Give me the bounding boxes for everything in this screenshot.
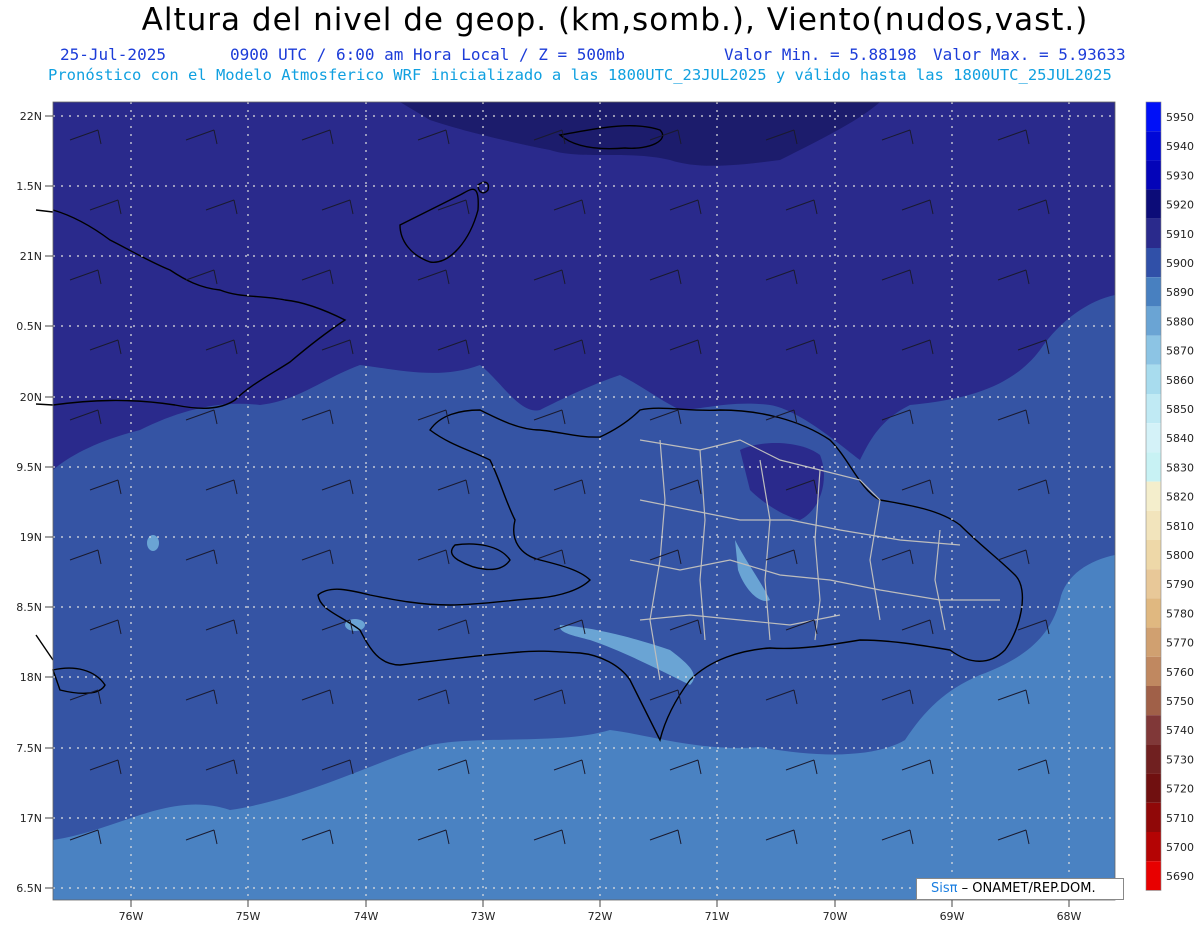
colorbar-label: 5710 — [1166, 812, 1194, 825]
colorbar-swatch — [1146, 656, 1161, 686]
lat-label: 20N — [20, 391, 42, 404]
lon-label: 68W — [1057, 910, 1082, 923]
lat-label: 21N — [20, 250, 42, 263]
colorbar-swatch — [1146, 364, 1161, 394]
lat-label: 18N — [20, 671, 42, 684]
colorbar-swatch — [1146, 832, 1161, 862]
colorbar-swatch — [1146, 802, 1161, 832]
lat-label: 1.5N — [16, 180, 42, 193]
colorbar-swatch — [1146, 569, 1161, 599]
colorbar-label: 5930 — [1166, 169, 1194, 182]
colorbar-label: 5870 — [1166, 345, 1194, 358]
colorbar-swatch — [1146, 598, 1161, 628]
lat-label: 19N — [20, 531, 42, 544]
colorbar-label: 5690 — [1166, 870, 1194, 883]
colorbar-label: 5730 — [1166, 753, 1194, 766]
colorbar-swatch — [1146, 102, 1161, 132]
colorbar-swatch — [1146, 540, 1161, 570]
colorbar-swatch — [1146, 686, 1161, 716]
colorbar-label: 5940 — [1166, 140, 1194, 153]
colorbar-swatch — [1146, 160, 1161, 190]
lat-label: 22N — [20, 110, 42, 123]
colorbar-label: 5850 — [1166, 403, 1194, 416]
colorbar-label: 5910 — [1166, 228, 1194, 241]
colorbar-label: 5820 — [1166, 491, 1194, 504]
colorbar-swatch — [1146, 715, 1161, 745]
colorbar: 5950 5940 5930 5920 5910 5900 5890 5880 5870 5860… — [1145, 101, 1194, 891]
credit-text: – ONAMET/REP.DOM. — [957, 881, 1096, 896]
colorbar-swatch — [1146, 189, 1161, 219]
colorbar-label: 5950 — [1166, 111, 1194, 124]
colorbar-swatch — [1146, 277, 1161, 307]
colorbar-swatch — [1146, 481, 1161, 511]
colorbar-label: 5810 — [1166, 520, 1194, 533]
lon-label: 71W — [705, 910, 730, 923]
lat-label: 7.5N — [16, 742, 42, 755]
lon-label: 69W — [940, 910, 965, 923]
colorbar-swatch — [1146, 861, 1161, 891]
colorbar-label: 5720 — [1166, 783, 1194, 796]
colorbar-swatch — [1146, 218, 1161, 248]
lon-label: 75W — [236, 910, 261, 923]
sispi-logo: Sisπ — [931, 881, 958, 896]
credit-box: Sisπ – ONAMET/REP.DOM. — [916, 878, 1124, 900]
colorbar-label: 5900 — [1166, 257, 1194, 270]
colorbar-label: 5800 — [1166, 549, 1194, 562]
colorbar-swatch — [1146, 306, 1161, 336]
colorbar-label: 5770 — [1166, 637, 1194, 650]
lat-label: 6.5N — [16, 882, 42, 895]
colorbar-label: 5760 — [1166, 666, 1194, 679]
lat-label: 9.5N — [16, 461, 42, 474]
colorbar-label: 5880 — [1166, 315, 1194, 328]
colorbar-swatch — [1146, 744, 1161, 774]
colorbar-label: 5840 — [1166, 432, 1194, 445]
colorbar-label: 5920 — [1166, 199, 1194, 212]
colorbar-swatch — [1146, 627, 1161, 657]
colorbar-label: 5830 — [1166, 461, 1194, 474]
colorbar-label: 5790 — [1166, 578, 1194, 591]
lon-label: 74W — [354, 910, 379, 923]
geopotential-map: 22N 1.5N 21N 0.5N 20N 9.5N 19N 8.5N 18N … — [16, 101, 1194, 923]
colorbar-swatch — [1146, 335, 1161, 365]
lon-label: 72W — [588, 910, 613, 923]
colorbar-label: 5700 — [1166, 841, 1194, 854]
lat-label: 17N — [20, 812, 42, 825]
colorbar-label: 5780 — [1166, 607, 1194, 620]
colorbar-swatch — [1146, 423, 1161, 453]
colorbar-swatch — [1146, 452, 1161, 482]
colorbar-label: 5750 — [1166, 695, 1194, 708]
lon-label: 73W — [471, 910, 496, 923]
lat-label: 0.5N — [16, 320, 42, 333]
lon-label: 70W — [823, 910, 848, 923]
colorbar-label: 5890 — [1166, 286, 1194, 299]
colorbar-swatch — [1146, 394, 1161, 424]
lat-label: 8.5N — [16, 601, 42, 614]
colorbar-label: 5860 — [1166, 374, 1194, 387]
colorbar-swatch — [1146, 131, 1161, 161]
colorbar-swatch — [1146, 773, 1161, 803]
colorbar-label: 5740 — [1166, 724, 1194, 737]
lon-label: 76W — [119, 910, 144, 923]
colorbar-swatch — [1146, 248, 1161, 278]
colorbar-swatch — [1146, 510, 1161, 540]
